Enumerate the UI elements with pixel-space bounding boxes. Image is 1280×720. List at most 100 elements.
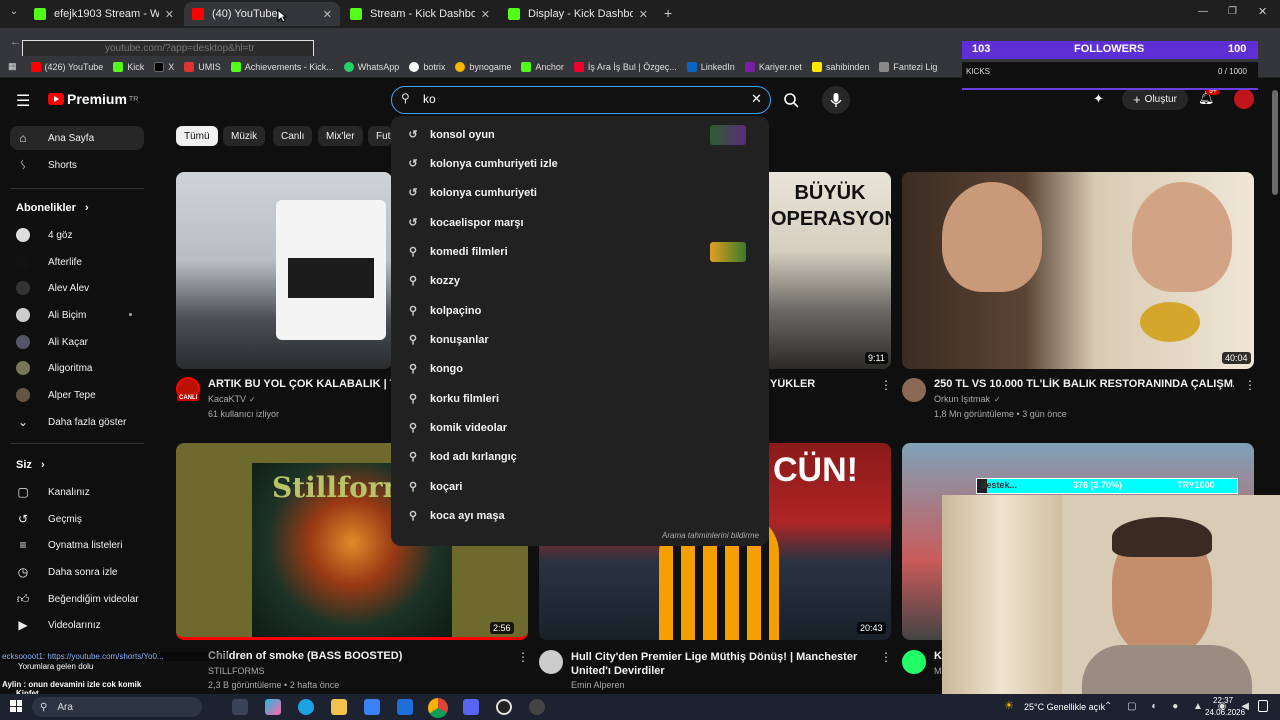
cast-icon[interactable]: ✦ (1093, 91, 1104, 107)
video-channel[interactable]: Emin Alperen (571, 680, 625, 690)
notification-center-icon[interactable] (1258, 700, 1268, 712)
video-channel[interactable]: STILLFORMS (208, 666, 265, 676)
suggestion-item[interactable]: ↺ konsol oyun (391, 120, 769, 149)
suggestion-item[interactable]: ↺ kocaelispor marşı (391, 208, 769, 237)
sidebar-item-watch-later[interactable]: ◷ Daha sonra izle (16, 565, 118, 579)
discord-icon[interactable] (463, 699, 479, 715)
tab-kick-stream-dashboard[interactable]: Stream - Kick Dashboard ✕ (342, 2, 498, 26)
search-button[interactable] (772, 86, 810, 114)
chip-football[interactable]: Fut (368, 126, 392, 146)
close-tab-icon[interactable]: ✕ (165, 8, 174, 21)
tab-list-chevron-icon[interactable]: ⌄ (6, 6, 22, 22)
sidebar-item-liked-videos[interactable]: 👍︎ Beğendiğim videolar (16, 592, 139, 606)
sidebar-item-your-channel[interactable]: ▢ Kanalınız (16, 485, 89, 499)
obs-icon[interactable] (496, 699, 512, 715)
suggestion-item[interactable]: ⚲ kongo (391, 354, 769, 383)
bookmark-umis[interactable]: UMIS (184, 61, 221, 72)
store-icon[interactable] (364, 699, 380, 715)
restore-window-icon[interactable]: ❐ (1228, 6, 1237, 17)
edge-icon[interactable] (298, 699, 314, 715)
sidebar-item-4goz[interactable]: 4 göz (16, 228, 72, 242)
sidebar-item-ali-bicim[interactable]: Ali Biçim (16, 308, 132, 322)
clock-time[interactable]: 22:37 (1213, 696, 1233, 705)
back-icon[interactable]: ← (10, 36, 21, 48)
tab-youtube[interactable]: (40) YouTube ✕ (184, 2, 340, 26)
address-bar[interactable]: youtube.com/?app=desktop&hl=tr (22, 40, 314, 57)
sidebar-item-aligoritma[interactable]: Aligoritma (16, 361, 92, 375)
hamburger-menu-icon[interactable]: ☰ (16, 91, 30, 111)
close-window-icon[interactable]: ✕ (1258, 5, 1267, 18)
youtube-logo[interactable]: Premium TR (48, 91, 138, 107)
bookmark-bynogame[interactable]: bynogame (455, 61, 511, 72)
more-options-icon[interactable]: ⋮ (1244, 378, 1256, 392)
search-input[interactable] (391, 86, 771, 114)
sidebar-item-your-videos[interactable]: ▶ Videolarınız (16, 618, 100, 632)
video-title[interactable]: YÜKLER (770, 378, 830, 390)
taskbar-search-box[interactable]: ⚲ Ara (32, 697, 202, 717)
suggestion-item[interactable]: ⚲ kozzy (391, 266, 769, 295)
suggestion-item[interactable]: ⚲ komedi filmleri (391, 237, 769, 266)
chip-music[interactable]: Müzik (223, 126, 266, 146)
subscriptions-heading[interactable]: Abonelikler › (16, 202, 89, 214)
avatar[interactable] (1234, 89, 1254, 109)
bookmark-x[interactable]: X (154, 61, 174, 72)
chip-live[interactable]: Canlı (273, 126, 313, 146)
copilot-icon[interactable] (265, 699, 281, 715)
clock-date[interactable]: 24.06.2026 (1205, 708, 1245, 717)
bookmark-achievements[interactable]: Achievements - Kick... (230, 61, 334, 72)
close-tab-icon[interactable]: ✕ (481, 8, 490, 21)
bookmark-sahibinden[interactable]: sahibinden (811, 61, 869, 72)
suggestion-item[interactable]: ⚲ konuşanlar (391, 325, 769, 354)
bookmark-fantezi-lig[interactable]: Fantezi Lig (879, 61, 937, 72)
sidebar-item-shorts[interactable]: ᛊ Shorts (16, 158, 77, 172)
video-title[interactable]: Children of smoke (BASS BOOSTED) (208, 650, 508, 662)
windows-start-icon[interactable] (10, 700, 22, 712)
chip-all[interactable]: Tümü (176, 126, 218, 146)
chrome-icon[interactable] (428, 698, 448, 718)
close-tab-icon[interactable]: ✕ (323, 8, 332, 21)
new-tab-button[interactable]: + (664, 5, 672, 21)
page-scrollbar[interactable] (1272, 90, 1278, 195)
suggestion-item[interactable]: ⚲ kod adı kırlangıç (391, 442, 769, 471)
sidebar-item-playlists[interactable]: ≡ Oynatma listeleri (16, 538, 122, 552)
video-channel[interactable]: KacaKTV (208, 394, 246, 404)
bookmark-anchor[interactable]: Anchor (521, 61, 564, 72)
bookmark-whatsapp[interactable]: WhatsApp (343, 61, 399, 72)
show-more-button[interactable]: ⌄ Daha fazla göster (16, 415, 126, 429)
sidebar-item-afterlife[interactable]: Afterlife (16, 255, 82, 269)
video-thumbnail[interactable]: 40:04 (902, 172, 1254, 369)
suggestion-item[interactable]: ⚲ kolpaçino (391, 296, 769, 325)
video-title[interactable]: Hull City'den Premier Lige Müthiş Dönüş!… (571, 650, 871, 678)
bookmark-botrix[interactable]: botrix (409, 61, 445, 72)
bookmark-youtube[interactable]: (426) YouTube (30, 61, 103, 72)
bookmark-kariyer[interactable]: Kariyer.net (744, 61, 802, 72)
voice-search-button[interactable] (822, 86, 850, 114)
suggestion-item[interactable]: ⚲ koçari (391, 472, 769, 501)
bookmark-linkedin[interactable]: LinkedIn (686, 61, 735, 72)
apps-grid-icon[interactable]: ▦ (8, 61, 17, 72)
channel-avatar[interactable] (902, 378, 926, 402)
suggestion-item[interactable]: ⚲ komik videolar (391, 413, 769, 442)
video-title[interactable]: ARTIK BU YOL ÇOK KALABALIK | TRUC (208, 378, 394, 390)
task-view-icon[interactable] (232, 699, 248, 715)
mail-icon[interactable] (397, 699, 413, 715)
report-predictions-link[interactable]: Arama tahminlerini bildirme (662, 531, 759, 540)
tab-kick-watch[interactable]: efejk1903 Stream - Watch Live ✕ (26, 2, 182, 26)
suggestion-item[interactable]: ↺ kolonya cumhuriyeti izle (391, 149, 769, 178)
chip-mixes[interactable]: Mix'ler (318, 126, 363, 146)
video-channel[interactable]: Orkun Işıtmak (934, 394, 990, 404)
app-icon[interactable] (529, 699, 545, 715)
suggestion-item[interactable]: ↺ kolonya cumhuriyeti (391, 178, 769, 207)
sidebar-item-alev-alev[interactable]: Alev Alev (16, 281, 89, 295)
sidebar-item-history[interactable]: ↺ Geçmiş (16, 512, 82, 526)
sidebar-item-alper-tepe[interactable]: Alper Tepe (16, 388, 96, 402)
weather-label[interactable]: 25°C Genellikle açık (1024, 702, 1105, 712)
more-options-icon[interactable]: ⋮ (517, 650, 529, 664)
more-options-icon[interactable]: ⋮ (880, 378, 892, 392)
bookmark-isara[interactable]: İş Ara İş Bul | Özgeç... (573, 61, 677, 72)
channel-avatar[interactable] (539, 650, 563, 674)
sidebar-item-ali-kacar[interactable]: Ali Kaçar (16, 335, 88, 349)
video-thumbnail[interactable]: BÜYÜK OPERASYON! 9:11 (769, 172, 891, 369)
clear-search-icon[interactable]: ✕ (751, 91, 762, 107)
bookmark-kick[interactable]: Kick (113, 61, 144, 72)
